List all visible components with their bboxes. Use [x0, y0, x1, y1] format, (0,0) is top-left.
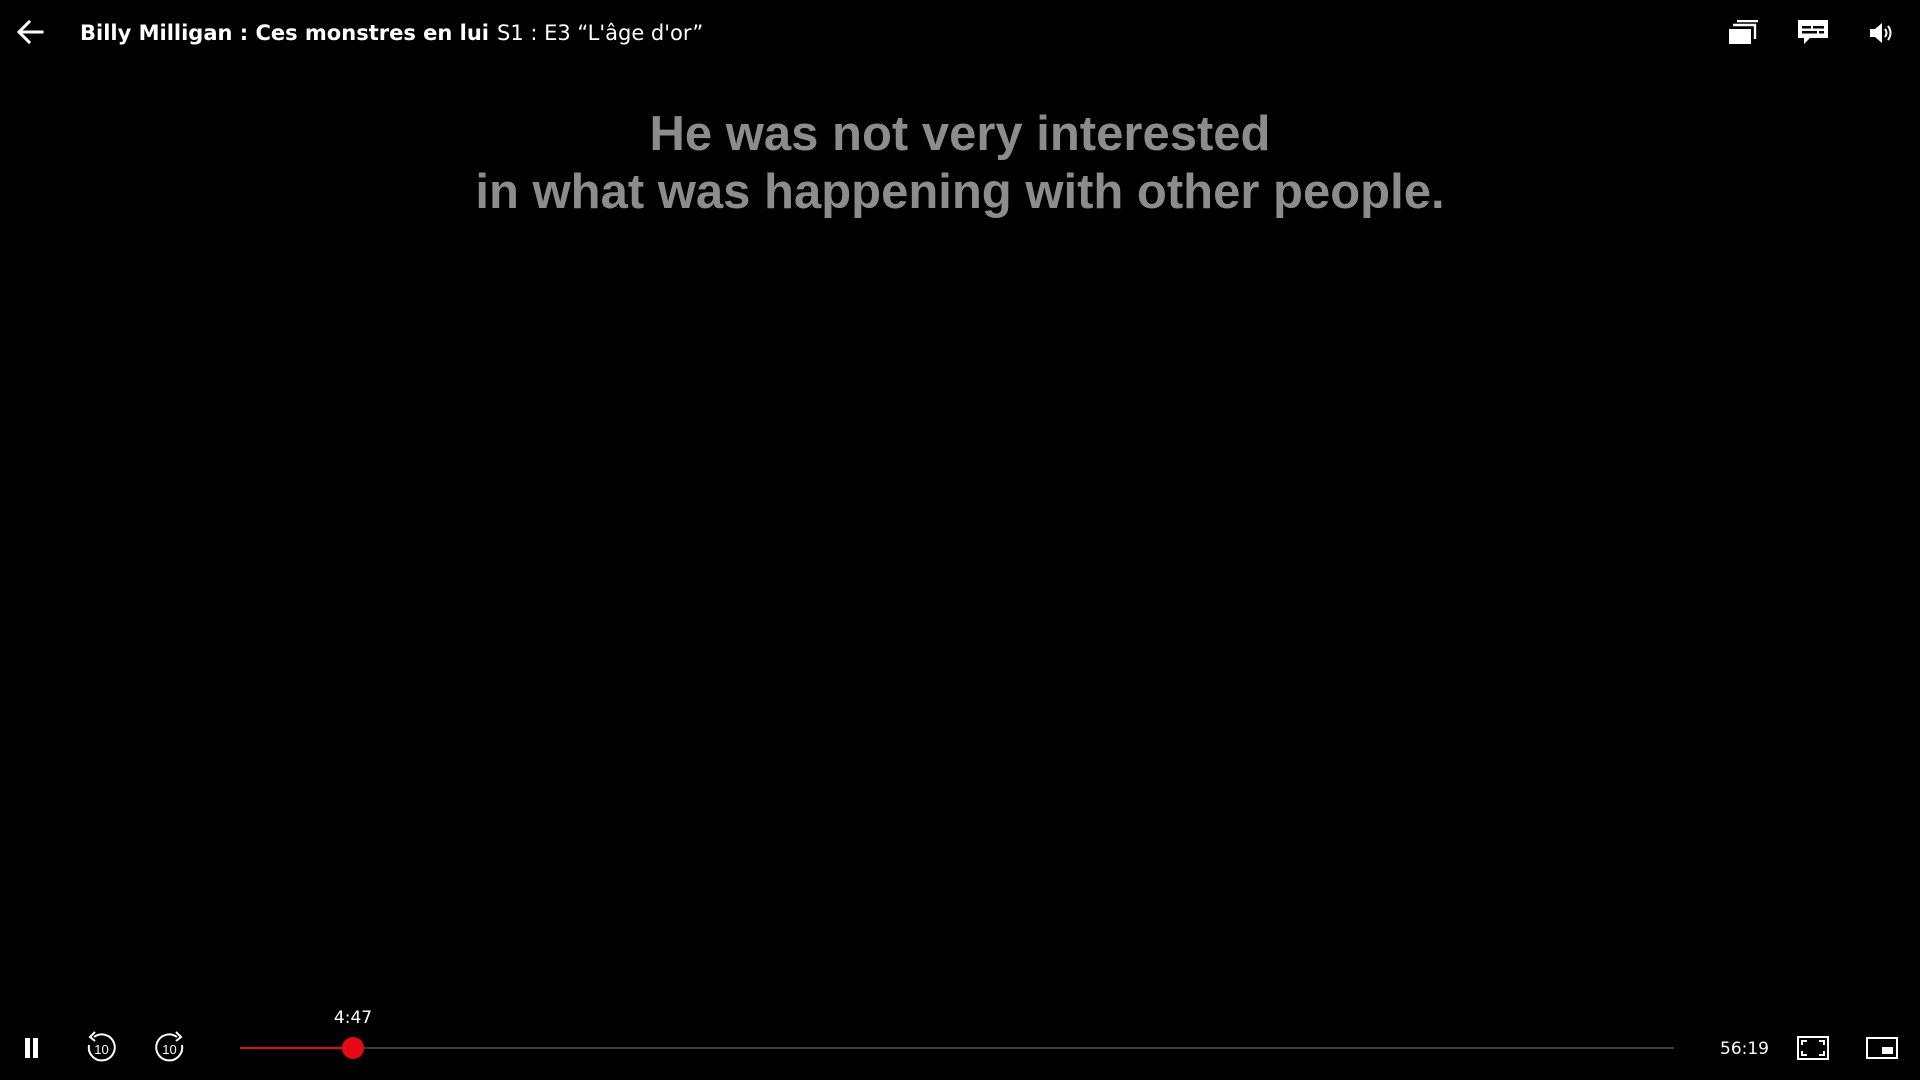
episodes-stack-icon [1729, 20, 1758, 44]
forward-10-button[interactable]: 10 [150, 1028, 190, 1068]
total-time-label: 56:19 [1720, 1039, 1769, 1059]
seek-progress [240, 1047, 353, 1049]
subtitles-icon [1798, 20, 1828, 44]
subtitles-button[interactable] [1795, 15, 1831, 51]
fullscreen-button[interactable] [1793, 1028, 1833, 1068]
back-button[interactable] [12, 14, 48, 50]
svg-text:10: 10 [94, 1042, 108, 1057]
forward-10-icon: 10 [155, 1031, 184, 1062]
arrow-left-icon [16, 19, 44, 45]
pause-icon [25, 1038, 38, 1058]
subtitle-line: He was not very interested [649, 107, 1271, 161]
subtitle-text: He was not very interested in what was h… [0, 105, 1920, 221]
fullscreen-icon [1797, 1036, 1829, 1060]
pause-button[interactable] [12, 1028, 52, 1068]
current-time-label: 4:47 [333, 1008, 373, 1028]
top-bar: Billy Milligan : Ces monstres en lui S1 :… [0, 0, 1920, 66]
show-title: Billy Milligan : Ces monstres en lui [80, 21, 489, 45]
svg-text:10: 10 [162, 1042, 176, 1057]
video-player[interactable]: Billy Milligan : Ces monstres en lui S1 :… [0, 0, 1920, 1080]
episode-title: S1 : E3 “L'âge d'or” [497, 21, 704, 45]
rewind-10-button[interactable]: 10 [81, 1028, 121, 1068]
seek-track [240, 1047, 1674, 1049]
subtitle-line: in what was happening with other people. [475, 165, 1445, 219]
video-title: Billy Milligan : Ces monstres en lui S1 :… [80, 18, 703, 48]
episodes-button[interactable] [1725, 15, 1761, 51]
picture-in-picture-button[interactable] [1862, 1028, 1902, 1068]
rewind-10-icon: 10 [87, 1031, 116, 1062]
seek-bar[interactable] [240, 1037, 1674, 1059]
volume-button[interactable] [1864, 15, 1900, 51]
seek-thumb[interactable] [342, 1037, 364, 1059]
picture-in-picture-icon [1866, 1037, 1898, 1059]
volume-icon [1870, 23, 1892, 43]
